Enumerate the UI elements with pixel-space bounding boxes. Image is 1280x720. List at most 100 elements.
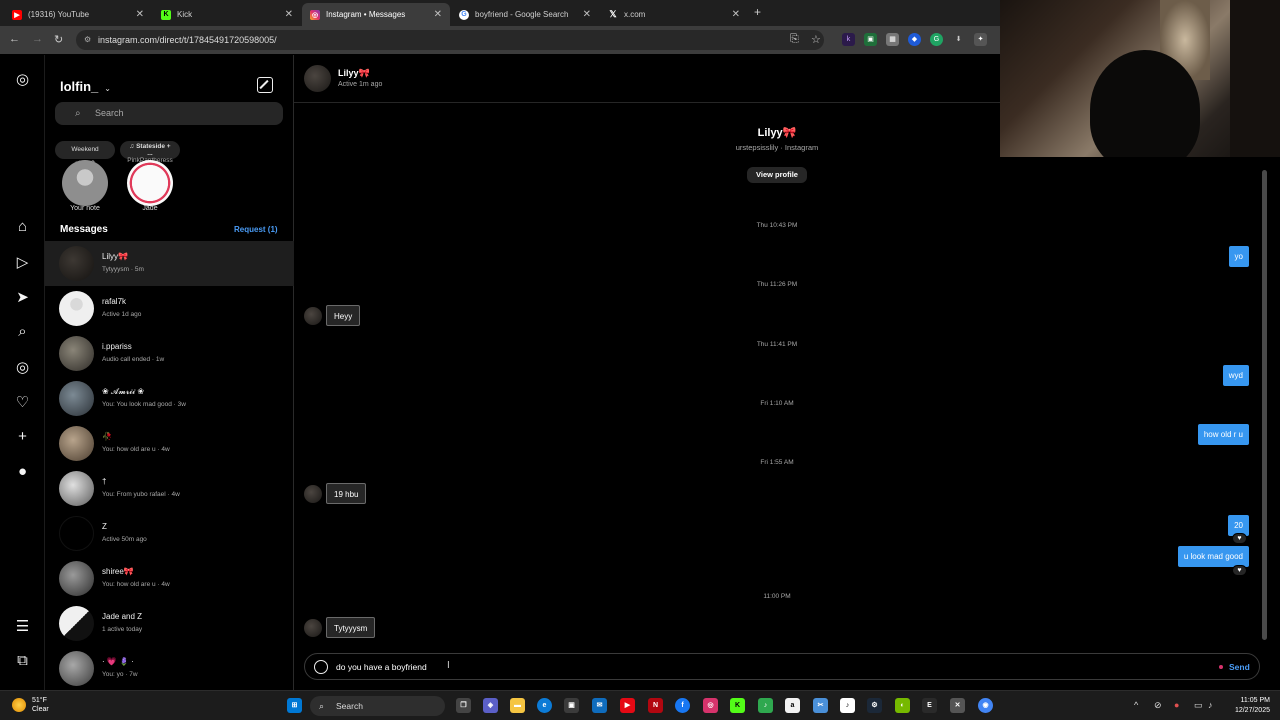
extensions-puzzle-icon[interactable]: ✦ xyxy=(974,33,987,46)
weather-widget[interactable]: 51°F Clear xyxy=(12,696,49,714)
store-icon[interactable]: ▣ xyxy=(564,698,579,713)
outgoing-message[interactable]: wyd xyxy=(1222,365,1249,386)
heart-reaction-icon[interactable]: ♥ xyxy=(1232,533,1247,544)
conversation-item[interactable]: Z Active 50m ago xyxy=(45,511,294,556)
incoming-message[interactable]: Tytyyysm xyxy=(326,617,376,638)
mail-icon[interactable]: ✉ xyxy=(592,698,607,713)
bookmark-star-icon[interactable]: ☆ xyxy=(811,33,821,46)
conversation-item[interactable]: Lilyy🎀 Tytyyysm · 5m xyxy=(45,241,294,286)
search-input[interactable]: ⌕ Search xyxy=(55,102,283,125)
back-icon[interactable]: ← xyxy=(9,33,20,45)
amazon-icon[interactable]: a xyxy=(785,698,800,713)
new-message-icon[interactable] xyxy=(257,77,273,93)
chat-scrollbar[interactable] xyxy=(1262,170,1267,640)
conversation-item[interactable]: Jade and Z 1 active today xyxy=(45,601,294,646)
download-icon[interactable]: ⬇ xyxy=(952,33,965,46)
account-switcher[interactable]: lolfin_ ⌄ xyxy=(60,79,111,94)
note-bubble[interactable]: Weekend plans? xyxy=(55,141,115,167)
conversation-item[interactable]: shiree🎀 You: how old are u · 4w xyxy=(45,556,294,601)
messages-icon[interactable]: ➤ xyxy=(13,287,32,306)
outgoing-message[interactable]: u look mad good xyxy=(1177,546,1249,567)
extension-grid-icon[interactable]: ▦ xyxy=(886,33,899,46)
your-note-avatar[interactable] xyxy=(62,160,108,206)
url-bar[interactable]: ⚙ instagram.com/direct/t/178454917205980… xyxy=(76,30,824,50)
edge-icon[interactable]: e xyxy=(537,698,552,713)
explore-icon[interactable]: ◎ xyxy=(13,357,32,376)
forward-icon[interactable]: → xyxy=(32,33,43,45)
chevron-up-icon[interactable]: ^ xyxy=(1134,700,1138,710)
microphone-icon[interactable]: ● xyxy=(1174,700,1179,710)
chat-contact-name[interactable]: Lilyy🎀 xyxy=(338,68,370,79)
send-button[interactable]: Send xyxy=(1229,662,1250,672)
tab-youtube[interactable]: ▶ (19316) YouTube ✕ xyxy=(4,3,152,26)
reels-icon[interactable]: ▷ xyxy=(13,252,32,271)
taskbar-search[interactable]: ⌕ Search xyxy=(310,696,445,716)
create-icon[interactable]: + xyxy=(13,427,32,446)
reload-icon[interactable]: ↻ xyxy=(54,33,63,46)
instagram-app-icon[interactable]: ◎ xyxy=(703,698,718,713)
profile-icon[interactable]: ● xyxy=(13,462,32,481)
kick-app-icon[interactable]: K xyxy=(730,698,745,713)
copilot-icon[interactable]: ◈ xyxy=(483,698,498,713)
home-icon[interactable]: ⌂ xyxy=(13,217,32,236)
steam-icon[interactable]: ⚙ xyxy=(867,698,882,713)
more-menu-icon[interactable]: ☰ xyxy=(13,616,32,635)
conversation-item[interactable]: · 💗 🪻 · You: yo · 7w xyxy=(45,646,294,691)
note-bubble[interactable]: ♫ Stateside + ... PinkPantheress xyxy=(120,141,180,164)
message-composer[interactable]: do you have a boyfriend I Send xyxy=(304,653,1260,680)
install-icon[interactable]: ⎘ xyxy=(790,33,799,46)
conversation-item[interactable]: rafal7k Active 1d ago xyxy=(45,286,294,331)
conversation-item[interactable]: ❀ 𝓐𝓶𝓻𝓲𝓲 ❀ You: You look mad good · 3w xyxy=(45,376,294,421)
extension-blue-icon[interactable]: ◆ xyxy=(908,33,921,46)
tab-instagram[interactable]: ◎ Instagram • Messages ✕ xyxy=(302,3,450,26)
requests-link[interactable]: Request (1) xyxy=(234,225,278,234)
heart-reaction-icon[interactable]: ♥ xyxy=(1232,565,1247,576)
outgoing-message[interactable]: how old r u xyxy=(1197,424,1249,445)
xbox-icon[interactable]: ✕ xyxy=(950,698,965,713)
epic-games-icon[interactable]: E xyxy=(922,698,937,713)
task-view-icon[interactable]: ❐ xyxy=(456,698,471,713)
outgoing-message[interactable]: yo xyxy=(1228,246,1249,267)
jade-note-avatar[interactable] xyxy=(127,160,173,206)
facebook-icon[interactable]: f xyxy=(675,698,690,713)
tiktok-icon[interactable]: ♪ xyxy=(840,698,855,713)
windows-start-icon[interactable]: ⊞ xyxy=(287,698,302,713)
site-info-icon[interactable]: ⚙ xyxy=(84,30,91,50)
close-icon[interactable]: ✕ xyxy=(583,9,591,20)
incoming-message[interactable]: 19 hbu xyxy=(326,483,367,504)
tab-x[interactable]: 𝕏 x.com ✕ xyxy=(600,3,748,26)
network-off-icon[interactable]: ⊘ xyxy=(1154,700,1162,711)
tab-kick[interactable]: K Kick ✕ xyxy=(153,3,301,26)
notifications-heart-icon[interactable]: ♡ xyxy=(13,392,32,411)
file-explorer-icon[interactable]: ▬ xyxy=(510,698,525,713)
volume-icon[interactable]: ♪ xyxy=(1208,700,1213,710)
message-input[interactable]: do you have a boyfriend xyxy=(336,662,427,672)
spotify-like-icon[interactable]: ♪ xyxy=(758,698,773,713)
battery-icon[interactable]: ▭ xyxy=(1194,700,1203,711)
close-icon[interactable]: ✕ xyxy=(732,9,740,20)
meta-apps-icon[interactable]: ⧉ xyxy=(13,651,32,670)
view-profile-button[interactable]: View profile xyxy=(747,167,807,183)
system-clock[interactable]: 11:05 PM 12/27/2025 xyxy=(1222,696,1270,716)
emoji-icon[interactable] xyxy=(314,660,328,674)
chat-avatar[interactable] xyxy=(304,65,331,92)
youtube-app-icon[interactable]: ▶ xyxy=(620,698,635,713)
extension-counter-icon[interactable]: ▣ xyxy=(864,33,877,46)
extension-grammarly-icon[interactable]: G xyxy=(930,33,943,46)
close-icon[interactable]: ✕ xyxy=(285,9,293,20)
instagram-logo-icon[interactable]: ◎ xyxy=(13,69,32,88)
close-icon[interactable]: ✕ xyxy=(434,9,442,20)
close-icon[interactable]: ✕ xyxy=(136,9,144,20)
conversation-item[interactable]: 🥀 You: how old are u · 4w xyxy=(45,421,294,466)
extension-k-icon[interactable]: k xyxy=(842,33,855,46)
search-icon[interactable]: ⌕ xyxy=(13,322,32,341)
new-tab-icon[interactable]: + xyxy=(754,5,761,19)
conversation-item[interactable]: i.ppariss Audio call ended · 1w xyxy=(45,331,294,376)
conversation-item[interactable]: † You: From yubo rafael · 4w xyxy=(45,466,294,511)
netflix-icon[interactable]: N xyxy=(648,698,663,713)
snipping-icon[interactable]: ✂ xyxy=(813,698,828,713)
chrome-icon[interactable]: ◉ xyxy=(978,698,993,713)
tab-google-search[interactable]: G boyfriend - Google Search ✕ xyxy=(451,3,599,26)
incoming-message[interactable]: Heyy xyxy=(326,305,361,326)
nvidia-icon[interactable]: ◐ xyxy=(895,698,910,713)
